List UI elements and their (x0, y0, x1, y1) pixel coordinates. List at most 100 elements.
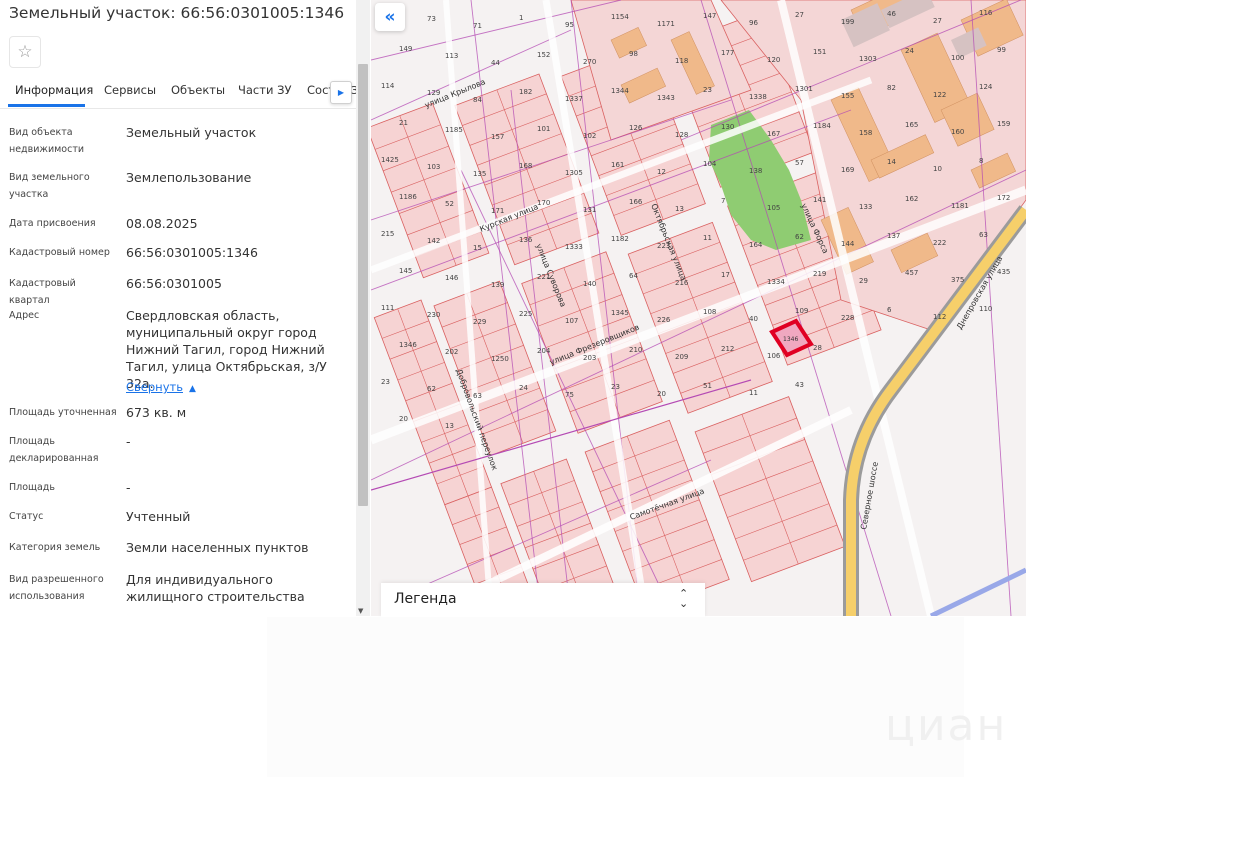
parcel-number-label: 96 (749, 19, 758, 27)
parcel-number-label: 63 (979, 231, 988, 239)
parcel-number-label: 124 (979, 83, 993, 91)
parcel-number-label: 40 (749, 315, 758, 323)
parcel-number-label: 100 (951, 54, 964, 62)
parcel-number-label: 228 (841, 314, 854, 322)
parcel-number-label: 113 (445, 52, 458, 60)
collapse-panel-button[interactable]: « (375, 3, 405, 31)
parcel-number-label: 136 (519, 236, 533, 244)
parcel-number-label: 106 (767, 352, 781, 360)
parcel-number-label: 133 (859, 203, 872, 211)
parcel-number-label: 1334 (767, 278, 785, 286)
parcel-number-label: 164 (749, 241, 763, 249)
sort-arrows-icon: ⌃ ⌄ (679, 587, 689, 610)
parcel-number-label: 375 (951, 276, 964, 284)
panel-scrollbar-thumb[interactable] (358, 64, 368, 506)
parcel-number-label: 84 (473, 96, 482, 104)
tabs-scroll-right-button[interactable]: ▶ (330, 81, 352, 104)
parcel-number-label: 20 (399, 415, 408, 423)
parcel-number-label: 17 (721, 271, 730, 279)
map-canvas[interactable]: 6973711951154117114796271994627116149113… (371, 0, 1026, 616)
collapse-link[interactable]: Свернуть (126, 380, 183, 394)
parcel-number-label: 145 (399, 267, 412, 275)
highlighted-parcel-label: 1346 (783, 336, 798, 343)
parcel-number-label: 98 (629, 50, 638, 58)
parcel-number-label: 1305 (565, 169, 583, 177)
parcel-number-label: 1 (519, 14, 523, 22)
parcel-number-label: 1154 (611, 13, 629, 21)
info-panel: Земельный участок: 66:56:0301005:1346 ☆ … (0, 0, 356, 616)
parcel-number-label: 144 (841, 240, 855, 248)
parcel-number-label: 1343 (657, 94, 675, 102)
parcel-number-label: 118 (675, 57, 688, 65)
parcel-number-label: 1171 (657, 20, 675, 28)
parcel-number-label: 109 (795, 307, 808, 315)
parcel-number-label: 28 (813, 344, 822, 352)
railway-line (929, 567, 1026, 616)
parcel-number-label: 139 (491, 281, 504, 289)
parcel-number-label: 71 (473, 22, 482, 30)
parcel-number-label: 230 (427, 311, 440, 319)
field-value: 66:56:0301005:1346 (126, 245, 258, 260)
parcel-number-label: 112 (933, 313, 946, 321)
field-label: Вид объекта недвижимости (9, 127, 85, 155)
parcel-number-label: 147 (703, 12, 716, 20)
parcel-number-label: 62 (427, 385, 436, 393)
parcel-number-label: 102 (583, 132, 596, 140)
favorite-button[interactable]: ☆ (9, 36, 41, 68)
parcel-number-label: 157 (491, 133, 504, 141)
parcel-number-label: 24 (519, 384, 528, 392)
parcel-number-label: 182 (519, 88, 532, 96)
legend-dropdown[interactable]: Легенда ⌃ ⌄ (381, 583, 705, 617)
collapse-address[interactable]: Свернуть ▲ (126, 376, 196, 395)
parcel-number-label: 219 (813, 270, 826, 278)
field-value: - (126, 480, 131, 495)
parcel-number-label: 138 (749, 167, 762, 175)
parcel-number-label: 103 (427, 163, 440, 171)
parcel-number-label: 203 (583, 354, 596, 362)
legend-label: Легенда (394, 591, 457, 607)
parcel-number-label: 141 (813, 196, 826, 204)
parcel-number-label: 1186 (399, 193, 417, 201)
scroll-down-icon[interactable]: ▼ (358, 607, 363, 615)
parcel-number-label: 126 (629, 124, 643, 132)
field-value: 673 кв. м (126, 405, 187, 420)
parcel-number-label: 105 (767, 204, 780, 212)
parcel-number-label: 6 (887, 306, 892, 314)
tab-services[interactable]: Сервисы (104, 83, 156, 97)
parcel-number-label: 1337 (565, 95, 583, 103)
parcel-number-label: 457 (905, 269, 918, 277)
chevron-up-icon: ▲ (188, 384, 196, 394)
parcel-number-label: 8 (979, 157, 983, 165)
parcel-number-label: 172 (997, 194, 1010, 202)
tab-parts[interactable]: Части ЗУ (238, 83, 291, 97)
parcel-number-label: 1344 (611, 87, 629, 95)
parcel-number-label: 1303 (859, 55, 877, 63)
field-label: Кадастровый квартал (9, 278, 76, 306)
cadastral-map[interactable]: 6973711951154117114796271994627116149113… (371, 0, 1026, 616)
parcel-number-label: 13 (675, 205, 684, 213)
parcel-number-label: 114 (381, 82, 395, 90)
parcel-number-label: 1301 (795, 85, 813, 93)
parcel-number-label: 165 (905, 121, 918, 129)
parcel-number-label: 1181 (951, 202, 969, 210)
field-label: Вид разрешенного использования (9, 574, 104, 602)
parcel-number-label: 110 (979, 305, 992, 313)
parcel-number-label: 1184 (813, 122, 831, 130)
parcel-number-label: 20 (657, 390, 666, 398)
parcel-number-label: 29 (859, 277, 868, 285)
tab-objects[interactable]: Объекты (171, 83, 225, 97)
tab-information[interactable]: Информация (15, 83, 93, 97)
parcel-number-label: 166 (629, 198, 643, 206)
parcel-number-label: 160 (951, 128, 964, 136)
field-value: Землепользование (126, 170, 252, 185)
field-label: Категория земель (9, 542, 101, 553)
field-value: 08.08.2025 (126, 216, 198, 231)
parcel-number-label: 167 (767, 130, 780, 138)
parcel-number-label: 159 (997, 120, 1010, 128)
parcel-number-label: 52 (445, 200, 454, 208)
parcel-number-label: 107 (565, 317, 578, 325)
parcel-number-label: 10 (933, 165, 942, 173)
page-title: Земельный участок: 66:56:0301005:1346 (9, 4, 345, 22)
field-value: 66:56:0301005 (126, 276, 222, 291)
field-label: Кадастровый номер (9, 247, 110, 258)
